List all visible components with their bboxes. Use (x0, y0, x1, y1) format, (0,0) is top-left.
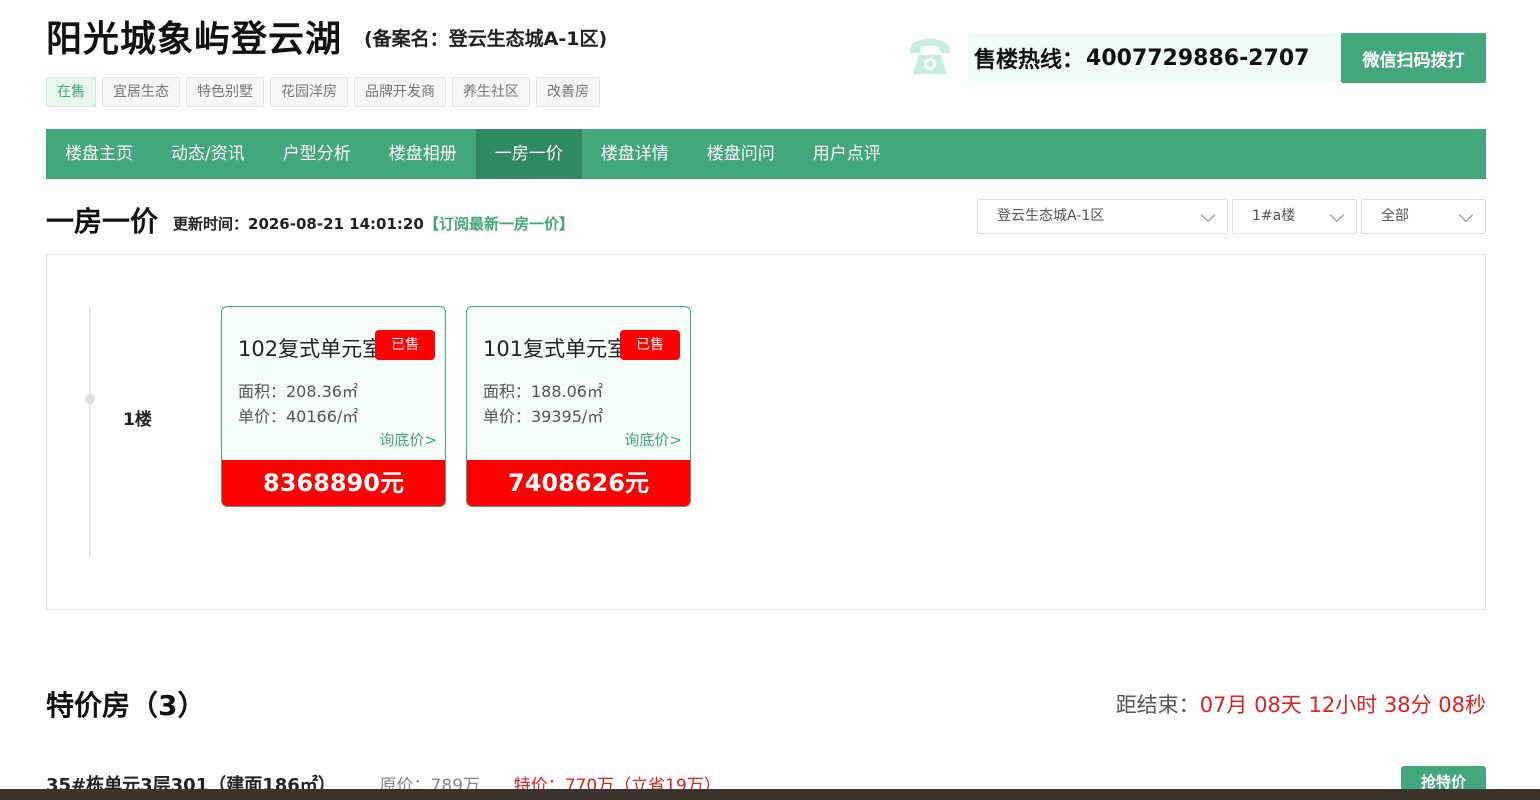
nav-item-home[interactable]: 楼盘主页 (46, 129, 152, 179)
chevron-down-icon (1200, 207, 1216, 223)
unit-grid-panel: 1楼 102复式单元室 已售 面积：208.36㎡ 单价：40166/㎡ 询底价… (46, 254, 1486, 610)
nav-item-qa[interactable]: 楼盘问问 (688, 129, 794, 179)
unit-name: 102复式单元室 (238, 337, 384, 361)
unit-price: 单价：39395/㎡ (483, 407, 604, 426)
nav-item-price-list[interactable]: 一房一价 (475, 129, 582, 179)
hotline-label: 售楼热线： (974, 48, 1085, 73)
sold-badge: 已售 (620, 330, 680, 360)
countdown-label: 距结束： (1115, 693, 1200, 717)
unit-price: 单价：40166/㎡ (238, 407, 359, 426)
hotline: 售楼热线： 4007729886-2707 (968, 33, 1341, 83)
unit-total-price: 8368890元 (222, 460, 445, 506)
registered-name: (备案名：登云生态城A-1区) (364, 28, 608, 50)
tag: 花园洋房 (270, 77, 348, 107)
building-select[interactable]: 1#a楼 (1232, 199, 1357, 234)
unit-card[interactable]: 101复式单元室 已售 面积：188.06㎡ 单价：39395/㎡ 询底价> 7… (466, 306, 691, 507)
chevron-down-icon (1329, 207, 1345, 223)
unit-name: 101复式单元室 (483, 337, 629, 361)
nav-item-floorplans[interactable]: 户型分析 (264, 129, 370, 179)
ask-lowest-price-link[interactable]: 询底价> (379, 429, 437, 450)
nav-item-details[interactable]: 楼盘详情 (582, 129, 688, 179)
unit-area: 面积：188.06㎡ (483, 382, 603, 401)
countdown: 距结束：07月 08天 12小时 38分 08秒 (1116, 689, 1486, 719)
wechat-scan-call-button[interactable]: 微信扫码拨打 (1341, 33, 1486, 83)
nav-item-news[interactable]: 动态/资讯 (152, 129, 264, 179)
nav-item-reviews[interactable]: 用户点评 (794, 129, 900, 179)
tag: 养生社区 (452, 77, 530, 107)
floor-label: 1楼 (123, 410, 152, 430)
status-select-value: 全部 (1381, 208, 1409, 224)
countdown-value: 07月 08天 12小时 38分 08秒 (1199, 693, 1486, 717)
tag: 特色别墅 (186, 77, 264, 107)
tag: 宜居生态 (102, 77, 180, 107)
tag-list: 在售 宜居生态 特色别墅 花园洋房 品牌开发商 养生社区 改善房 (46, 77, 600, 107)
bottom-bar (0, 789, 1540, 800)
update-time: 更新时间：2026-08-21 14:01:20 (173, 215, 424, 233)
price-list-title: 一房一价 (46, 205, 159, 238)
unit-card[interactable]: 102复式单元室 已售 面积：208.36㎡ 单价：40166/㎡ 询底价> 8… (221, 306, 446, 507)
special-offers-title: 特价房（3） (46, 689, 206, 722)
ask-lowest-price-link[interactable]: 询底价> (624, 429, 682, 450)
hotline-number: 4007729886-2707 (1086, 45, 1310, 71)
tag: 改善房 (536, 77, 600, 107)
main-nav: 楼盘主页 动态/资讯 户型分析 楼盘相册 一房一价 楼盘详情 楼盘问问 用户点评 (46, 129, 1486, 179)
tag-on-sale: 在售 (46, 77, 96, 107)
chevron-down-icon (1458, 207, 1474, 223)
subscribe-link[interactable]: 【订阅最新一房一价】 (424, 213, 574, 234)
floor-timeline-dot (85, 394, 95, 404)
unit-area: 面积：208.36㎡ (238, 382, 358, 401)
tag: 品牌开发商 (354, 77, 446, 107)
nav-item-album[interactable]: 楼盘相册 (370, 129, 476, 179)
sold-badge: 已售 (375, 330, 435, 360)
status-select[interactable]: 全部 (1361, 199, 1486, 234)
unit-total-price: 7408626元 (467, 460, 690, 506)
project-title: 阳光城象屿登云湖 (46, 19, 343, 60)
phase-select-value: 登云生态城A-1区 (997, 208, 1105, 224)
phase-select[interactable]: 登云生态城A-1区 (977, 199, 1228, 234)
telephone-icon (910, 39, 950, 74)
floor-timeline (89, 306, 91, 558)
building-select-value: 1#a楼 (1252, 208, 1296, 224)
